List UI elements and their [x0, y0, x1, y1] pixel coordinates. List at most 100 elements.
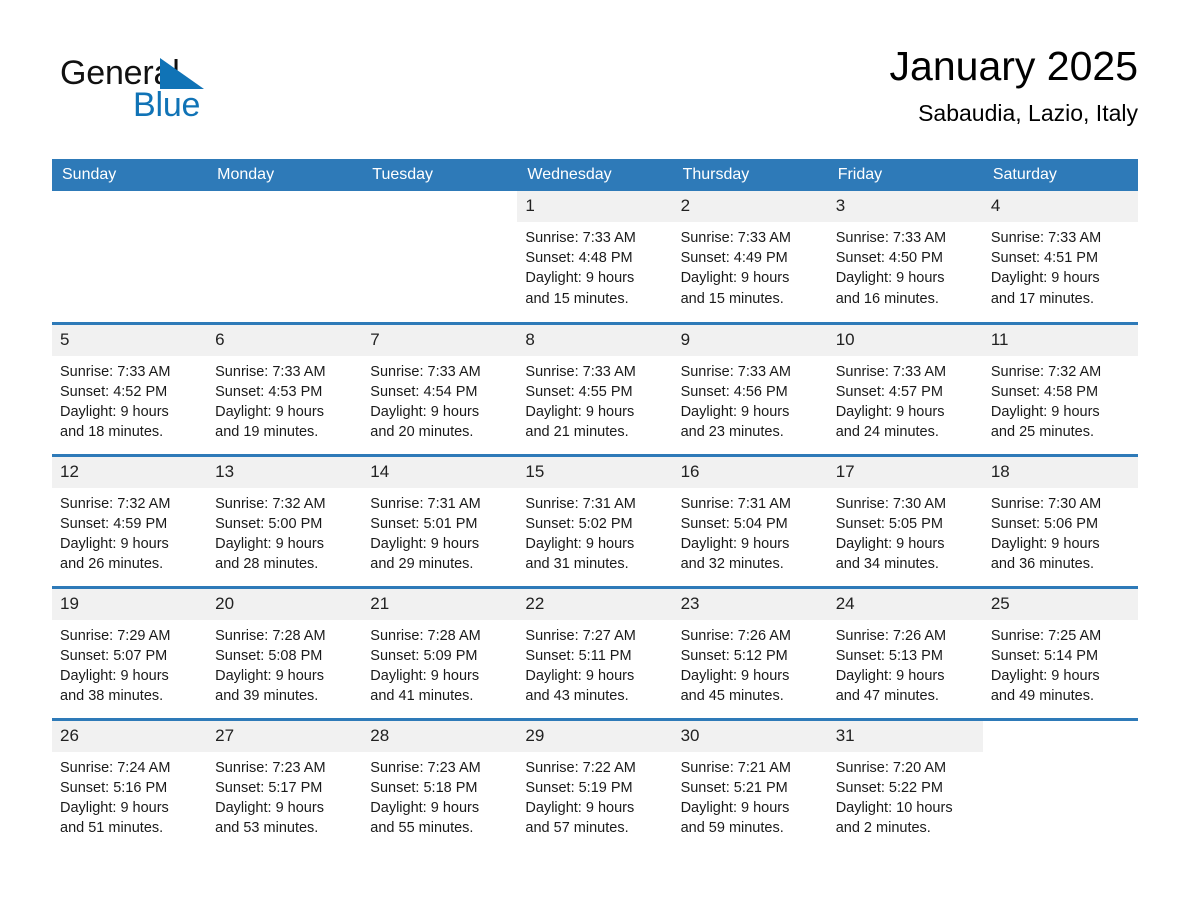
calendar-cell[interactable]: 5 Sunrise: 7:33 AM Sunset: 4:52 PM Daylight… [52, 321, 208, 455]
day-number: 28 [362, 720, 518, 752]
day-detail-line: Daylight: 9 hours [835, 667, 945, 684]
day-number [207, 191, 363, 211]
day-detail-line: and 23 minutes. [680, 424, 784, 441]
day-detail-line: Sunset: 4:53 PM [215, 383, 323, 400]
day-detail-line: Sunrise: 7:26 AM [680, 627, 791, 644]
day-number: 22 [517, 588, 673, 620]
day-number: 1 [517, 191, 673, 222]
day-number: 11 [982, 324, 1138, 356]
calendar-cell[interactable]: 30 Sunrise: 7:21 AM Sunset: 5:21 PM Dayligh… [672, 717, 828, 852]
day-cell: 13 Sunrise: 7:32 AM Sunset: 5:00 PM Dayligh… [207, 456, 363, 586]
calendar-cell[interactable]: 11 Sunrise: 7:32 AM Sunset: 4:58 PM Dayligh… [982, 321, 1138, 455]
day-detail-line: and 43 minutes. [525, 688, 629, 705]
day-detail-line: Sunrise: 7:27 AM [525, 627, 636, 644]
day-details: Sunrise: 7:23 AM Sunset: 5:18 PM Daylight:… [362, 752, 517, 839]
calendar-cell[interactable]: 6 Sunrise: 7:33 AM Sunset: 4:53 PM Daylight… [207, 321, 363, 455]
calendar-cell[interactable]: 23 Sunrise: 7:26 AM Sunset: 5:12 PM Dayligh… [672, 585, 828, 719]
day-detail-line: and 25 minutes. [990, 424, 1095, 441]
day-details [983, 741, 1138, 747]
calendar-cell[interactable]: 1 Sunrise: 7:33 AM Sunset: 4:48 PM Daylight… [517, 191, 673, 323]
day-detail-line: Sunset: 4:58 PM [990, 383, 1099, 400]
general-blue-logo[interactable]: General Blue [60, 54, 250, 130]
weekday-header-tuesday: Tuesday [362, 159, 518, 191]
calendar-cell[interactable]: 4 Sunrise: 7:33 AM Sunset: 4:51 PM Daylight… [982, 191, 1138, 323]
day-details: Sunrise: 7:33 AM Sunset: 4:55 PM Daylight:… [517, 356, 672, 443]
calendar-cell[interactable]: 3 Sunrise: 7:33 AM Sunset: 4:50 PM Daylight… [827, 191, 983, 323]
day-cell: 1 Sunrise: 7:33 AM Sunset: 4:48 PM Daylight… [517, 191, 673, 322]
calendar-cell[interactable]: 2 Sunrise: 7:33 AM Sunset: 4:49 PM Daylight… [672, 191, 828, 323]
day-details: Sunrise: 7:30 AM Sunset: 5:06 PM Daylight:… [983, 488, 1138, 575]
day-details: Sunrise: 7:32 AM Sunset: 4:58 PM Daylight:… [983, 356, 1138, 443]
calendar-cell[interactable]: 24 Sunrise: 7:26 AM Sunset: 5:13 PM Dayligh… [827, 585, 983, 719]
day-detail-line: Sunrise: 7:21 AM [680, 759, 791, 776]
day-detail-line: Daylight: 10 hours [835, 799, 953, 816]
day-number: 10 [827, 324, 983, 356]
day-details: Sunrise: 7:23 AM Sunset: 5:17 PM Daylight:… [207, 752, 362, 839]
day-cell: 25 Sunrise: 7:25 AM Sunset: 5:14 PM Dayligh… [982, 588, 1138, 718]
page-title: January 2025 [889, 43, 1138, 89]
day-number: 17 [827, 456, 983, 488]
day-detail-line: Sunrise: 7:22 AM [525, 759, 636, 776]
day-cell: 2 Sunrise: 7:33 AM Sunset: 4:49 PM Daylight… [672, 191, 828, 322]
day-cell: 16 Sunrise: 7:31 AM Sunset: 5:04 PM Dayligh… [672, 456, 828, 586]
day-detail-line: and 53 minutes. [215, 820, 319, 837]
day-detail-line: Sunrise: 7:33 AM [990, 230, 1102, 246]
day-details: Sunrise: 7:29 AM Sunset: 5:07 PM Daylight:… [52, 620, 207, 707]
calendar-cell[interactable]: 7 Sunrise: 7:33 AM Sunset: 4:54 PM Daylight… [362, 321, 518, 455]
day-number: 5 [52, 324, 208, 356]
day-cell: 24 Sunrise: 7:26 AM Sunset: 5:13 PM Dayligh… [827, 588, 983, 718]
calendar-cell[interactable]: 12 Sunrise: 7:32 AM Sunset: 4:59 PM Dayligh… [52, 453, 208, 587]
calendar-cell[interactable]: 8 Sunrise: 7:33 AM Sunset: 4:55 PM Daylight… [517, 321, 673, 455]
day-detail-line: Sunset: 5:05 PM [835, 515, 943, 532]
calendar-cell[interactable]: 10 Sunrise: 7:33 AM Sunset: 4:57 PM Dayligh… [827, 321, 983, 455]
day-detail-line: Sunrise: 7:23 AM [215, 759, 326, 776]
day-detail-line: and 59 minutes. [680, 820, 784, 837]
day-cell: 30 Sunrise: 7:21 AM Sunset: 5:21 PM Dayligh… [672, 720, 828, 852]
calendar-cell[interactable]: 13 Sunrise: 7:32 AM Sunset: 5:00 PM Dayligh… [207, 453, 363, 587]
month-calendar: Sunday Monday Tuesday Wednesday Thursday… [52, 159, 1138, 851]
calendar-cell[interactable]: 20 Sunrise: 7:28 AM Sunset: 5:08 PM Dayligh… [207, 585, 363, 719]
day-detail-line: Sunset: 4:54 PM [370, 383, 478, 400]
day-detail-line: and 36 minutes. [990, 556, 1095, 573]
day-number: 7 [362, 324, 518, 356]
calendar-cell[interactable]: 15 Sunrise: 7:31 AM Sunset: 5:02 PM Dayligh… [517, 453, 673, 587]
day-details: Sunrise: 7:25 AM Sunset: 5:14 PM Daylight:… [983, 620, 1138, 707]
calendar-cell[interactable]: 28 Sunrise: 7:23 AM Sunset: 5:18 PM Dayligh… [362, 717, 518, 851]
calendar-cell[interactable]: 29 Sunrise: 7:22 AM Sunset: 5:19 PM Dayligh… [517, 717, 673, 851]
day-details: Sunrise: 7:33 AM Sunset: 4:54 PM Daylight:… [362, 356, 517, 443]
calendar-cell[interactable]: 14 Sunrise: 7:31 AM Sunset: 5:01 PM Dayligh… [362, 453, 518, 587]
day-number: 12 [52, 456, 208, 488]
calendar-cell[interactable]: 26 Sunrise: 7:24 AM Sunset: 5:16 PM Dayligh… [52, 717, 208, 851]
calendar-cell[interactable]: 17 Sunrise: 7:30 AM Sunset: 5:05 PM Dayligh… [827, 453, 983, 587]
day-details: Sunrise: 7:33 AM Sunset: 4:49 PM Daylight:… [673, 222, 828, 309]
day-detail-line: Sunset: 5:01 PM [370, 515, 478, 532]
calendar-cell[interactable]: 18 Sunrise: 7:30 AM Sunset: 5:06 PM Dayligh… [982, 453, 1138, 587]
calendar-cell[interactable]: 19 Sunrise: 7:29 AM Sunset: 5:07 PM Dayligh… [52, 585, 208, 719]
day-number: 2 [672, 191, 828, 222]
day-number: 25 [982, 588, 1138, 620]
day-detail-line: Daylight: 9 hours [525, 667, 635, 684]
day-detail-line: Sunrise: 7:33 AM [680, 363, 791, 380]
calendar-cell[interactable]: 9 Sunrise: 7:33 AM Sunset: 4:56 PM Daylight… [672, 321, 828, 455]
day-detail-line: and 51 minutes. [60, 820, 164, 837]
day-detail-line: Sunrise: 7:29 AM [60, 627, 171, 644]
day-detail-line: Sunset: 4:49 PM [680, 250, 788, 267]
day-detail-line: Sunset: 4:51 PM [990, 250, 1099, 267]
calendar-cell[interactable]: 22 Sunrise: 7:27 AM Sunset: 5:11 PM Dayligh… [517, 585, 673, 719]
day-details: Sunrise: 7:31 AM Sunset: 5:04 PM Daylight:… [673, 488, 828, 575]
weekday-header-sunday: Sunday [52, 159, 208, 191]
day-detail-line: Daylight: 9 hours [525, 270, 635, 287]
day-details: Sunrise: 7:33 AM Sunset: 4:50 PM Daylight:… [828, 222, 983, 309]
day-cell: 11 Sunrise: 7:32 AM Sunset: 4:58 PM Dayligh… [982, 324, 1138, 454]
calendar-cell[interactable]: 31 Sunrise: 7:20 AM Sunset: 5:22 PM Dayligh… [827, 717, 983, 851]
calendar-cell[interactable]: 25 Sunrise: 7:25 AM Sunset: 5:14 PM Dayligh… [982, 585, 1138, 719]
day-details: Sunrise: 7:33 AM Sunset: 4:53 PM Daylight:… [207, 356, 362, 443]
calendar-cell[interactable]: 21 Sunrise: 7:28 AM Sunset: 5:09 PM Dayligh… [362, 585, 518, 719]
day-cell: 4 Sunrise: 7:33 AM Sunset: 4:51 PM Daylight… [982, 191, 1138, 322]
day-detail-line: Sunset: 5:00 PM [215, 515, 323, 532]
calendar-cell[interactable]: 16 Sunrise: 7:31 AM Sunset: 5:04 PM Dayligh… [672, 453, 828, 587]
day-cell: 8 Sunrise: 7:33 AM Sunset: 4:55 PM Daylight… [517, 324, 673, 454]
day-detail-line: Sunset: 5:22 PM [835, 779, 943, 796]
calendar-cell[interactable]: 27 Sunrise: 7:23 AM Sunset: 5:17 PM Dayligh… [207, 717, 363, 851]
day-detail-line: Daylight: 9 hours [835, 535, 945, 552]
